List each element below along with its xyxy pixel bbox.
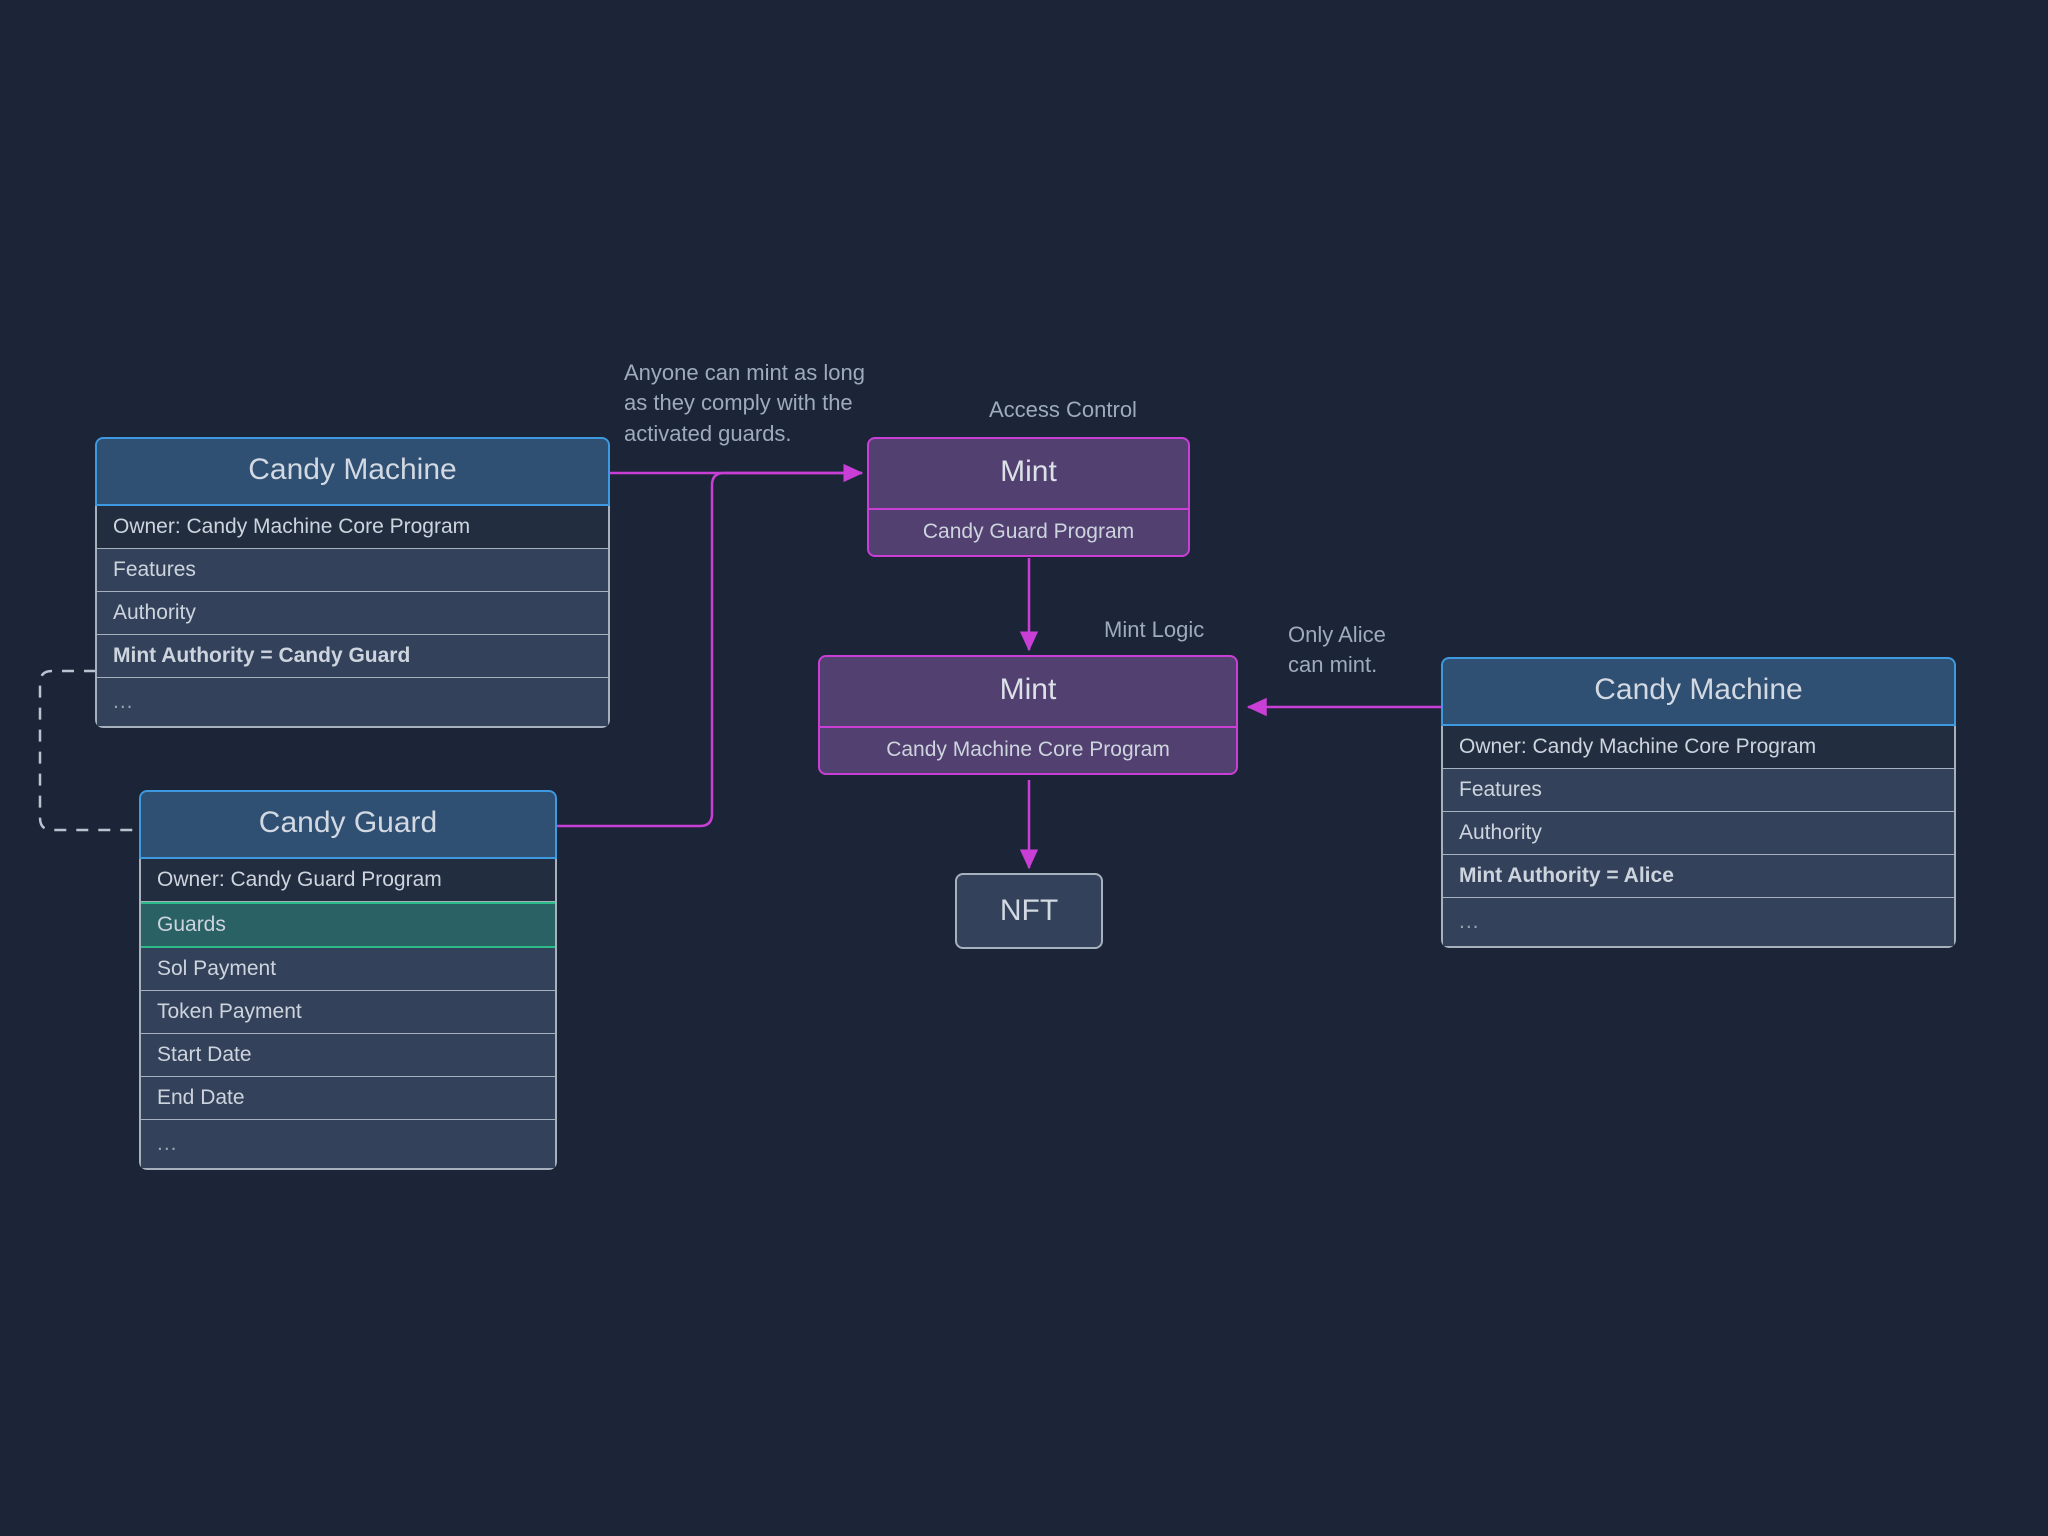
entity-row: Owner: Candy Machine Core Program — [97, 505, 608, 549]
entity-row: Features — [97, 548, 608, 592]
node-nft[interactable]: NFT — [955, 873, 1103, 949]
entity-row: Start Date — [141, 1033, 555, 1077]
entity-row: Features — [1443, 768, 1954, 812]
node-title: Mint — [820, 657, 1236, 728]
node-candy-machine-right[interactable]: Candy Machine Owner: Candy Machine Core … — [1441, 657, 1956, 948]
entity-row: Token Payment — [141, 990, 555, 1034]
node-title: Mint — [869, 439, 1188, 510]
entity-row: Authority — [97, 591, 608, 635]
edge-label-anyone-can-mint: Anyone can mint as long as they comply w… — [624, 360, 865, 446]
node-mint-candy-machine-core-program[interactable]: Mint Candy Machine Core Program — [818, 655, 1238, 775]
edge-label-access-control: Access Control — [989, 397, 1137, 422]
diagram-canvas: Anyone can mint as long as they comply w… — [0, 0, 2048, 1536]
entity-row: Authority — [1443, 811, 1954, 855]
node-rows: Owner: Candy Machine Core Program Featur… — [95, 505, 610, 728]
node-title: Candy Machine — [1441, 657, 1956, 726]
entity-row: Sol Payment — [141, 947, 555, 991]
entity-row-mint-authority: Mint Authority = Alice — [1443, 854, 1954, 898]
entity-row-mint-authority: Mint Authority = Candy Guard — [97, 634, 608, 678]
entity-row-ellipsis: ... — [1443, 897, 1954, 946]
node-subtitle: Candy Guard Program — [922, 519, 1135, 543]
entity-row-guards: Guards — [141, 901, 555, 948]
entity-row: End Date — [141, 1076, 555, 1120]
node-rows: Owner: Candy Guard Program Guards Sol Pa… — [139, 858, 557, 1170]
node-title: Candy Machine — [95, 437, 610, 506]
entity-row-ellipsis: ... — [141, 1119, 555, 1168]
node-candy-guard[interactable]: Candy Guard Owner: Candy Guard Program G… — [139, 790, 557, 1170]
node-subtitle: Candy Machine Core Program — [886, 737, 1170, 761]
node-candy-machine-left[interactable]: Candy Machine Owner: Candy Machine Core … — [95, 437, 610, 728]
node-title: NFT — [999, 894, 1059, 927]
entity-row: Owner: Candy Guard Program — [141, 858, 555, 902]
entity-row-ellipsis: ... — [97, 677, 608, 726]
entity-row: Owner: Candy Machine Core Program — [1443, 725, 1954, 769]
node-rows: Owner: Candy Machine Core Program Featur… — [1441, 725, 1956, 948]
edge-label-mint-logic: Mint Logic — [1104, 617, 1205, 642]
node-title: Candy Guard — [139, 790, 557, 859]
node-mint-candy-guard-program[interactable]: Mint Candy Guard Program — [867, 437, 1190, 557]
